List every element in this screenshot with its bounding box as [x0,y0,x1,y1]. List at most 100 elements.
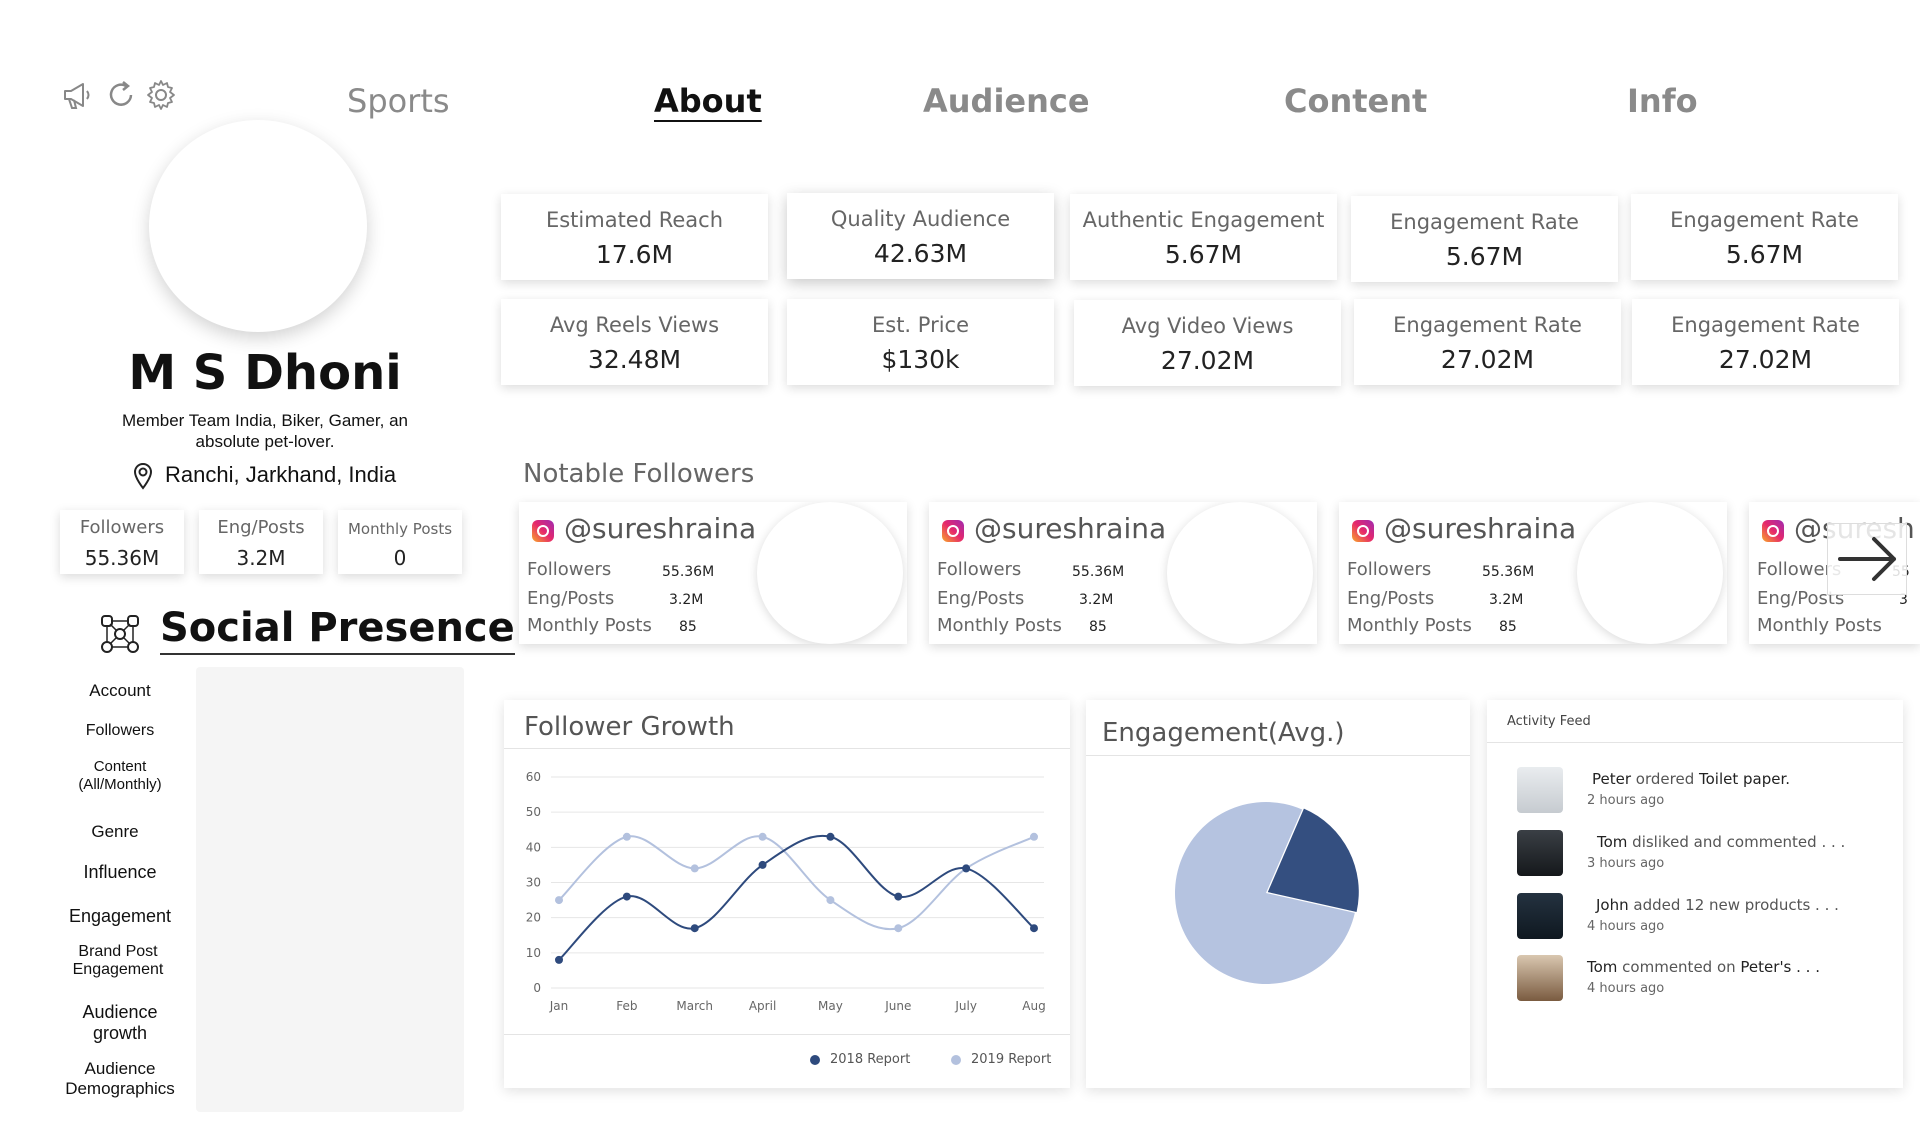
arrow-right-icon [1838,537,1896,581]
data-point [826,896,835,905]
notable-follower-card[interactable]: @sureshraina Followers 55.36M Eng/Posts … [519,502,907,644]
metric-label: Quality Audience [830,207,1011,231]
sidebar-item-influence[interactable]: Influence [35,863,205,881]
metric-card-engagement-rate: Engagement Rate 27.02M [1354,299,1621,385]
activity-item[interactable]: Tom disliked and commented . . . 3 hours… [1517,830,1867,878]
metric-card-engagement-rate: Engagement Rate 5.67M [1351,196,1618,282]
followers-label: Followers [1347,559,1432,580]
metric-card-engagement-rate: Engagement Rate 27.02M [1632,299,1899,385]
profile-name: M S Dhoni [128,345,402,401]
legend-2019: 2019 Report [951,1052,1051,1067]
metric-label: Engagement Rate [1393,313,1582,337]
metric-value: 5.67M [1725,240,1804,269]
data-point [622,892,631,901]
tab-info[interactable]: Info [1627,82,1698,120]
sidebar-item-brand-post[interactable]: Brand Post Engagement [33,943,203,979]
social-network-icon [101,615,139,653]
sidebar-item-label: Brand Post Engagement [72,943,164,978]
activity-object: Toilet paper. [1699,770,1791,788]
eng-posts-label: Eng/Posts [527,588,615,609]
data-point [690,924,699,933]
sidebar-item-audience-growth[interactable]: Audience growth [35,1002,205,1044]
eng-posts-value: 3.2M [1079,592,1114,608]
activity-item[interactable]: John added 12 new products . . . 4 hours… [1517,893,1867,941]
data-point [1030,924,1038,933]
metric-value: $130k [881,345,960,374]
metric-value: 27.02M [1440,345,1535,374]
activity-time: 2 hours ago [1587,793,1665,808]
engagement-pie-chart [1175,802,1359,984]
metric-label: Authentic Engagement [1082,208,1325,232]
monthly-posts-label: Monthly Posts [937,615,1062,636]
tab-content[interactable]: Content [1284,82,1427,120]
y-tick-label: 60 [526,770,541,784]
sidebar-item-account[interactable]: Account [35,682,205,700]
activity-action: ordered [1631,770,1699,788]
x-tick-label: June [884,999,911,1013]
data-point [555,955,563,964]
activity-action: disliked and commented . . . [1627,833,1846,851]
followers-value: 55.36M [1072,564,1125,580]
instagram-icon [1762,520,1784,542]
metric-card-est-price: Est. Price $130k [787,299,1054,385]
activity-feed-title: Activity Feed [1507,714,1591,729]
profile-avatar [149,120,367,332]
sidebar-item-label: Content (All/Monthly) [78,758,162,793]
activity-text: Tom commented on Peter's . . . [1587,958,1820,976]
activity-item[interactable]: Tom commented on Peter's . . . 4 hours a… [1517,955,1867,1003]
stat-label: Eng/Posts [217,517,305,538]
sidebar-item-engagement[interactable]: Engagement [35,907,205,925]
sidebar-item-genre[interactable]: Genre [30,823,200,841]
x-tick-label: April [749,999,776,1013]
profile-bio: Member Team India, Biker, Gamer, an abso… [122,411,408,451]
activity-user: Tom [1587,958,1618,976]
notable-follower-card[interactable]: @sureshraina Followers 55.36M Eng/Posts … [1339,502,1727,644]
notable-follower-card[interactable]: @sureshraina Followers 55.36M Eng/Posts … [929,502,1317,644]
social-presence-content-panel [196,667,464,1112]
metric-label: Avg Reels Views [549,313,720,337]
avatar [1517,955,1563,1001]
tab-about[interactable]: About [654,82,762,120]
sidebar-item-content[interactable]: Content (All/Monthly) [35,758,205,794]
tab-audience[interactable]: Audience [923,82,1090,120]
metric-card-estimated-reach: Estimated Reach 17.6M [501,194,768,280]
sidebar-item-audience-demographics[interactable]: Audience Demographics [35,1059,205,1099]
x-tick-label: May [818,999,843,1013]
x-tick-label: Feb [616,999,637,1013]
sidebar-item-followers[interactable]: Followers [35,722,205,740]
metric-card-avg-reels-views: Avg Reels Views 32.48M [501,299,768,385]
data-point [894,892,903,901]
sidebar-item-label: Audience growth [82,1002,158,1043]
x-tick-label: Jan [549,999,569,1013]
followers-label: Followers [937,559,1022,580]
refresh-icon[interactable] [104,78,138,112]
activity-time: 4 hours ago [1587,981,1665,996]
avatar [1517,830,1563,876]
notable-followers-title: Notable Followers [523,459,755,489]
activity-item[interactable]: Peter ordered Toilet paper. 2 hours ago [1517,767,1867,815]
y-tick-label: 10 [526,946,541,960]
y-tick-label: 0 [533,981,541,995]
y-tick-label: 50 [526,805,541,819]
data-point [894,924,903,933]
metric-value: 32.48M [587,345,682,374]
legend-2018: 2018 Report [810,1052,910,1067]
settings-icon[interactable] [144,78,178,112]
social-presence-title: Social Presence [160,605,515,655]
instagram-icon [942,520,964,542]
tab-sports[interactable]: Sports [347,82,450,120]
activity-user: Peter [1592,770,1632,788]
metric-label: Engagement Rate [1670,208,1859,232]
x-tick-label: July [954,999,977,1013]
activity-action: commented on [1617,958,1741,976]
metric-label: Engagement Rate [1671,313,1860,337]
metric-value: 17.6M [595,240,674,269]
megaphone-icon[interactable] [60,78,94,112]
data-point [758,832,767,841]
next-followers-button[interactable] [1827,523,1907,595]
monthly-posts-label: Monthly Posts [527,615,652,636]
monthly-posts-value: 85 [1089,619,1107,635]
activity-object: Peter's . . . [1740,958,1820,976]
metric-value: 27.02M [1160,346,1255,375]
follower-growth-chart: 0 10 20 30 40 50 60 Jan Feb March April May June July… [526,770,1046,1013]
